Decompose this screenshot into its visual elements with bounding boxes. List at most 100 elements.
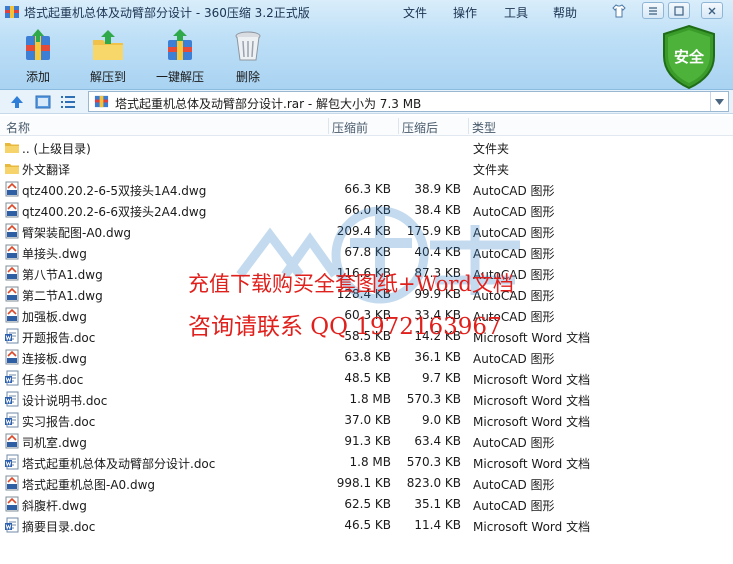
one-click-extract-icon — [168, 29, 192, 60]
file-type: Microsoft Word 文档 — [473, 520, 591, 534]
file-name: 加强板.dwg — [22, 310, 87, 324]
file-name: 臂架装配图-A0.dwg — [22, 226, 132, 240]
file-row[interactable]: 斜腹杆.dwg 62.5 KB 35.1 KB AutoCAD 图形 — [0, 494, 733, 515]
file-compressed-size: 998.1 KB — [336, 476, 391, 490]
file-name: 第二节A1.dwg — [22, 289, 103, 303]
file-name: 开题报告.doc — [22, 331, 96, 345]
dwg-icon — [4, 286, 20, 302]
column-type[interactable]: 类型 — [472, 119, 496, 136]
file-compressed-size: 66.3 KB — [344, 182, 391, 196]
large-icon-view-icon[interactable] — [35, 94, 51, 110]
file-row[interactable]: qtz400.20.2-6-6双接头2A4.dwg 66.0 KB 38.4 KB A… — [0, 200, 733, 221]
file-type: Microsoft Word 文档 — [473, 394, 591, 408]
file-type: AutoCAD 图形 — [473, 226, 555, 240]
file-row[interactable]: 外文翻译 文件夹 — [0, 158, 733, 179]
dwg-icon — [4, 307, 20, 323]
file-row[interactable]: 实习报告.doc 37.0 KB 9.0 KB Microsoft Word 文档 — [0, 410, 733, 431]
file-name: 外文翻译 — [22, 163, 71, 177]
doc-icon — [4, 454, 20, 470]
menu-operate[interactable]: 操作 — [453, 4, 477, 21]
one-click-extract-button[interactable]: 一键解压 — [150, 28, 210, 86]
file-packed-size: 9.7 KB — [422, 371, 461, 385]
close-button[interactable] — [701, 2, 723, 19]
file-packed-size: 38.9 KB — [414, 182, 461, 196]
file-compressed-size: 209.4 KB — [336, 224, 391, 238]
title-bar: 塔式起重机总体及动臂部分设计 - 360压缩 3.2正式版 文件 操作 工具 帮… — [0, 0, 733, 24]
trash-bin-icon — [235, 31, 261, 61]
add-button[interactable]: 添加 — [8, 28, 68, 86]
rar-file-icon — [94, 95, 109, 108]
header: 塔式起重机总体及动臂部分设计 - 360压缩 3.2正式版 文件 操作 工具 帮… — [0, 0, 733, 90]
file-row[interactable]: 任务书.doc 48.5 KB 9.7 KB Microsoft Word 文档 — [0, 368, 733, 389]
dwg-icon — [4, 181, 20, 197]
file-packed-size: 63.4 KB — [414, 434, 461, 448]
file-type: AutoCAD 图形 — [473, 289, 555, 303]
doc-icon — [4, 370, 20, 386]
file-row[interactable]: 臂架装配图-A0.dwg 209.4 KB 175.9 KB AutoCAD 图形 — [0, 221, 733, 242]
add-label: 添加 — [25, 70, 50, 84]
column-compressed[interactable]: 压缩前 — [332, 119, 368, 136]
file-row[interactable]: 第二节A1.dwg 128.4 KB 99.9 KB AutoCAD 图形 — [0, 284, 733, 305]
delete-button[interactable]: 删除 — [218, 28, 278, 86]
minimize-icon — [674, 5, 684, 16]
file-type: AutoCAD 图形 — [473, 352, 555, 366]
file-row[interactable]: 司机室.dwg 91.3 KB 63.4 KB AutoCAD 图形 — [0, 431, 733, 452]
file-type: AutoCAD 图形 — [473, 499, 555, 513]
column-divider[interactable] — [398, 118, 399, 134]
file-type: AutoCAD 图形 — [473, 205, 555, 219]
skin-shirt-icon[interactable] — [611, 3, 627, 19]
file-name: 实习报告.doc — [22, 415, 96, 429]
file-packed-size: 175.9 KB — [406, 224, 461, 238]
file-packed-size: 40.4 KB — [414, 245, 461, 259]
menu-dropdown-button[interactable] — [642, 2, 664, 19]
file-type: AutoCAD 图形 — [473, 436, 555, 450]
file-packed-size: 14.2 KB — [414, 329, 461, 343]
file-type: Microsoft Word 文档 — [473, 373, 591, 387]
list-view-icon[interactable] — [60, 94, 76, 110]
file-type: AutoCAD 图形 — [473, 478, 555, 492]
dwg-icon — [4, 223, 20, 239]
address-bar: 塔式起重机总体及动臂部分设计.rar - 解包大小为 7.3 MB — [0, 90, 733, 114]
file-compressed-size: 62.5 KB — [344, 497, 391, 511]
column-divider[interactable] — [468, 118, 469, 134]
file-compressed-size: 1.8 MB — [349, 392, 391, 406]
file-row[interactable]: 塔式起重机总体及动臂部分设计.doc 1.8 MB 570.3 KB Microsof… — [0, 452, 733, 473]
column-name[interactable]: 名称 — [6, 119, 30, 136]
file-row[interactable]: qtz400.20.2-6-5双接头1A4.dwg 66.3 KB 38.9 KB A… — [0, 179, 733, 200]
file-row[interactable]: 第八节A1.dwg 116.6 KB 87.3 KB AutoCAD 图形 — [0, 263, 733, 284]
column-divider[interactable] — [328, 118, 329, 134]
path-field[interactable]: 塔式起重机总体及动臂部分设计.rar - 解包大小为 7.3 MB — [88, 91, 729, 112]
dwg-icon — [4, 202, 20, 218]
file-row[interactable]: .. (上级目录) 文件夹 — [0, 137, 733, 158]
file-row[interactable]: 摘要目录.doc 46.5 KB 11.4 KB Microsoft Word 文档 — [0, 515, 733, 536]
file-row[interactable]: 单接头.dwg 67.8 KB 40.4 KB AutoCAD 图形 — [0, 242, 733, 263]
dwg-icon — [4, 349, 20, 365]
path-dropdown-button[interactable] — [710, 92, 728, 111]
file-row[interactable]: 加强板.dwg 60.3 KB 33.4 KB AutoCAD 图形 — [0, 305, 733, 326]
file-packed-size: 570.3 KB — [406, 392, 461, 406]
file-packed-size: 36.1 KB — [414, 350, 461, 364]
up-arrow-icon[interactable] — [9, 94, 25, 110]
extract-to-button[interactable]: 解压到 — [78, 28, 138, 86]
menu-tools[interactable]: 工具 — [504, 4, 528, 21]
file-type: 文件夹 — [473, 163, 510, 177]
file-type: AutoCAD 图形 — [473, 184, 555, 198]
file-packed-size: 87.3 KB — [414, 266, 461, 280]
file-row[interactable]: 连接板.dwg 63.8 KB 36.1 KB AutoCAD 图形 — [0, 347, 733, 368]
dwg-icon — [4, 244, 20, 260]
file-compressed-size: 91.3 KB — [344, 434, 391, 448]
minimize-button[interactable] — [668, 2, 690, 19]
file-packed-size: 33.4 KB — [414, 308, 461, 322]
file-type: Microsoft Word 文档 — [473, 331, 591, 345]
file-row[interactable]: 开题报告.doc 58.5 KB 14.2 KB Microsoft Word 文档 — [0, 326, 733, 347]
menu-help[interactable]: 帮助 — [553, 4, 577, 21]
menu-file[interactable]: 文件 — [403, 4, 427, 21]
safety-shield-button[interactable]: 安全 — [660, 24, 718, 90]
doc-icon — [4, 412, 20, 428]
extract-to-label: 解压到 — [89, 70, 126, 84]
column-original[interactable]: 压缩后 — [402, 119, 438, 136]
file-row[interactable]: 塔式起重机总图-A0.dwg 998.1 KB 823.0 KB AutoCAD 图形 — [0, 473, 733, 494]
file-compressed-size: 37.0 KB — [344, 413, 391, 427]
file-compressed-size: 58.5 KB — [344, 329, 391, 343]
file-row[interactable]: 设计说明书.doc 1.8 MB 570.3 KB Microsoft Word 文档 — [0, 389, 733, 410]
